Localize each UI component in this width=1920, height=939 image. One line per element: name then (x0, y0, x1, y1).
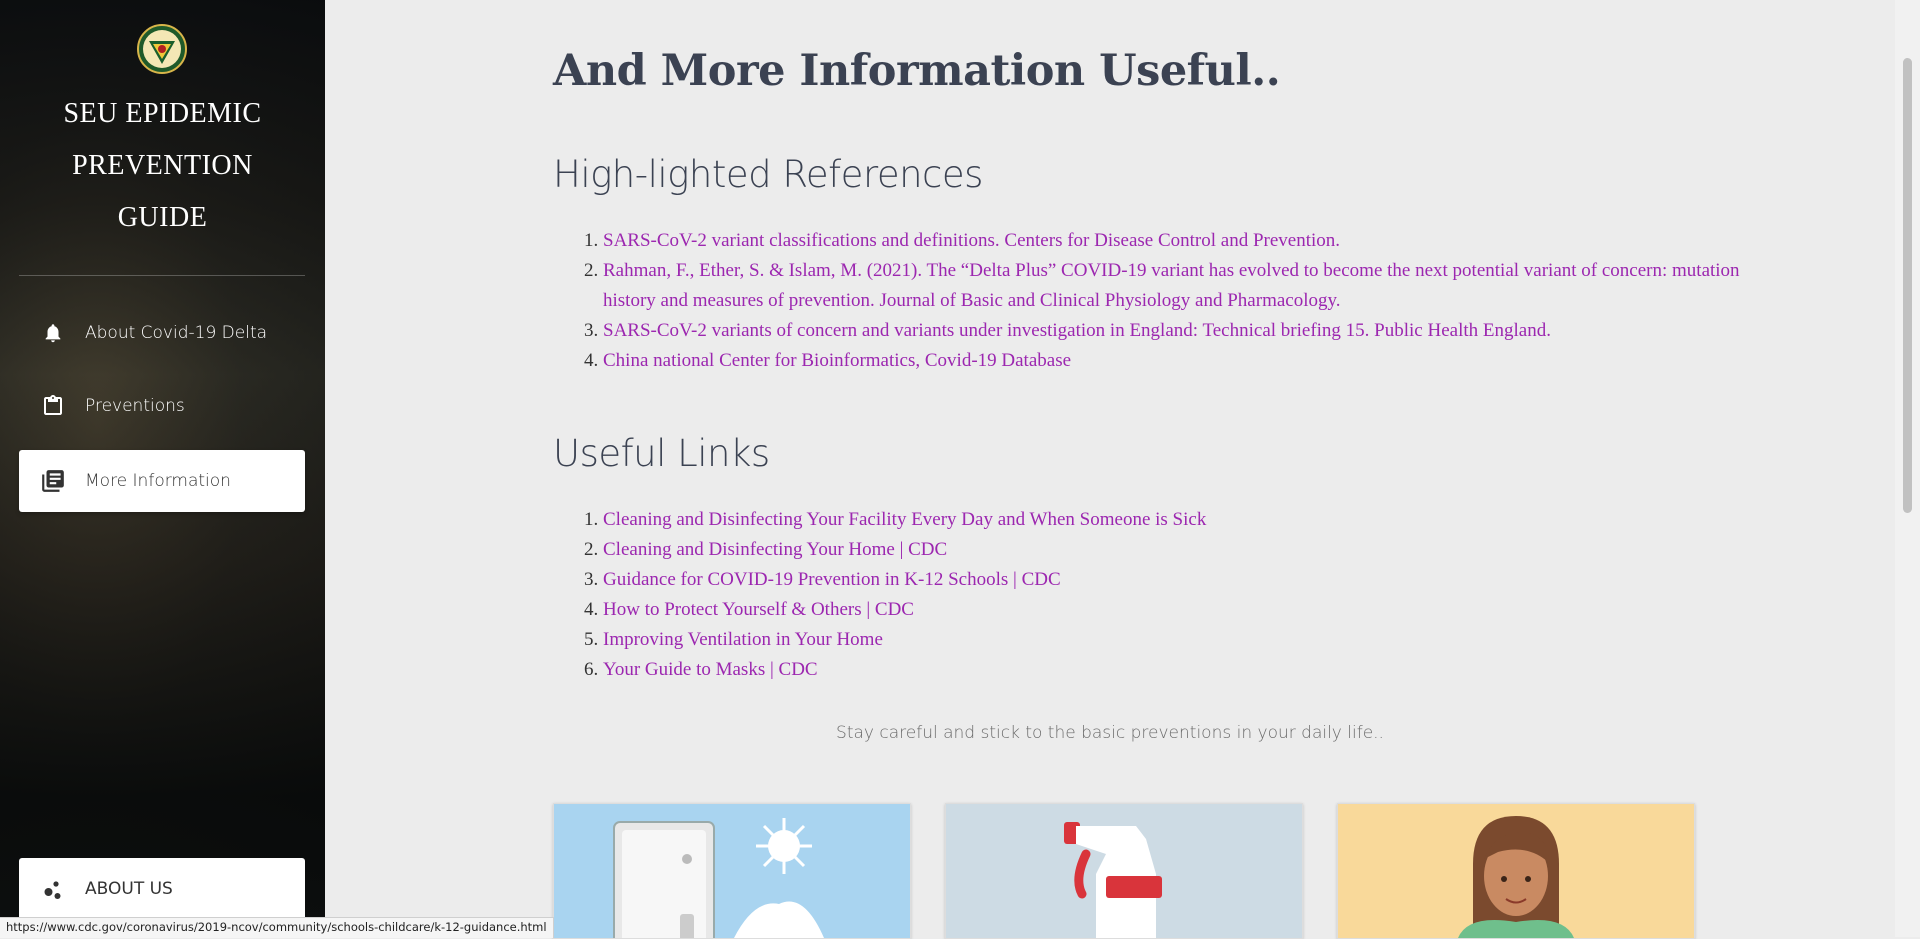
reference-item: Rahman, F., Ether, S. & Islam, M. (2021)… (603, 256, 1743, 316)
link-item: Guidance for COVID-19 Prevention in K-12… (603, 565, 1743, 595)
clipboard-icon (39, 392, 67, 420)
link-item: Cleaning and Disinfecting Your Facility … (603, 505, 1743, 535)
main-content: And More Information Useful.. High-light… (325, 0, 1895, 939)
useful-link[interactable]: How to Protect Yourself & Others | CDC (603, 599, 914, 620)
sidebar: SEU EPIDEMIC PREVENTION GUIDE About Covi… (0, 0, 325, 937)
university-seal-logo[interactable] (137, 24, 187, 74)
scrollbar-thumb[interactable] (1903, 58, 1912, 513)
nav-item-about-covid[interactable]: About Covid-19 Delta (19, 302, 305, 364)
card-woman-avatar[interactable] (1337, 803, 1695, 939)
reference-item: SARS-CoV-2 variant classifications and d… (603, 226, 1743, 256)
reference-link[interactable]: Rahman, F., Ether, S. & Islam, M. (2021)… (603, 260, 1740, 311)
library-books-icon (39, 467, 67, 495)
site-title-line-2: PREVENTION (72, 150, 253, 181)
about-us-label: ABOUT US (85, 879, 173, 899)
bubble-chart-icon (39, 875, 67, 903)
about-us-button[interactable]: ABOUT US (19, 858, 305, 920)
nav-label-about-covid: About Covid-19 Delta (85, 323, 268, 343)
reference-link[interactable]: China national Center for Bioinformatics… (603, 350, 1071, 371)
light-switch-illustration (613, 818, 824, 938)
page-scrollbar[interactable] (1895, 0, 1920, 937)
link-item: Your Guide to Masks | CDC (603, 655, 1743, 685)
reference-item: China national Center for Bioinformatics… (603, 346, 1743, 376)
sidebar-divider (19, 275, 305, 276)
useful-link[interactable]: Cleaning and Disinfecting Your Facility … (603, 509, 1206, 530)
useful-link[interactable]: Your Guide to Masks | CDC (603, 659, 818, 680)
bell-icon (39, 319, 67, 347)
page-title: And More Information Useful.. (553, 46, 1281, 96)
reference-link[interactable]: SARS-CoV-2 variant classifications and d… (603, 230, 1340, 251)
link-item: Cleaning and Disinfecting Your Home | CD… (603, 535, 1743, 565)
spray-bottle-illustration (1064, 822, 1162, 938)
references-heading: High-lighted References (553, 153, 983, 196)
useful-link[interactable]: Guidance for COVID-19 Prevention in K-12… (603, 569, 1061, 590)
useful-link[interactable]: Cleaning and Disinfecting Your Home | CD… (603, 539, 947, 560)
site-title-line-3: GUIDE (117, 202, 208, 233)
link-item: How to Protect Yourself & Others | CDC (603, 595, 1743, 625)
site-title-line-1: SEU EPIDEMIC (63, 98, 262, 129)
card-light-switch[interactable] (553, 803, 911, 939)
card-spray-bottle[interactable] (945, 803, 1303, 939)
nav-label-preventions: Preventions (85, 396, 185, 416)
reference-link[interactable]: SARS-CoV-2 variants of concern and varia… (603, 320, 1551, 341)
status-bar-url: https://www.cdc.gov/coronavirus/2019-nco… (0, 917, 554, 938)
tagline: Stay careful and stick to the basic prev… (836, 723, 1384, 743)
site-title[interactable]: SEU EPIDEMIC PREVENTION GUIDE (0, 88, 325, 244)
nav-item-preventions[interactable]: Preventions (19, 375, 305, 437)
useful-links-heading: Useful Links (553, 432, 770, 475)
link-item: Improving Ventilation in Your Home (603, 625, 1743, 655)
reference-item: SARS-CoV-2 variants of concern and varia… (603, 316, 1743, 346)
nav-label-more-information: More Information (85, 471, 231, 491)
references-list: SARS-CoV-2 variant classifications and d… (553, 226, 1743, 376)
useful-links-list: Cleaning and Disinfecting Your Facility … (553, 505, 1743, 685)
woman-avatar-illustration (1458, 816, 1574, 938)
nav-item-more-information[interactable]: More Information (19, 450, 305, 512)
useful-link[interactable]: Improving Ventilation in Your Home (603, 629, 883, 650)
